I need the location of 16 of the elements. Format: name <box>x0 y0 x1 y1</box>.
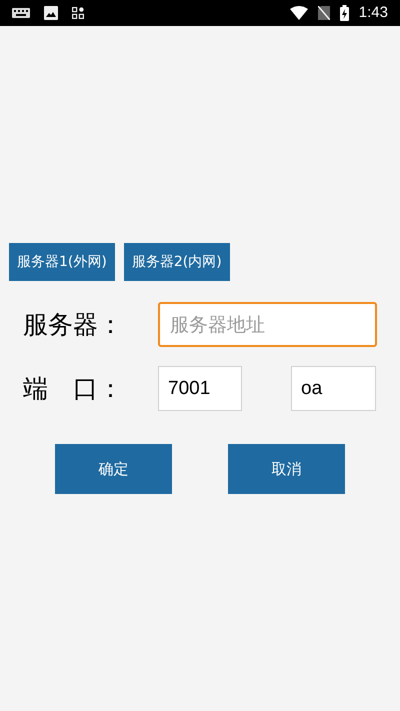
battery-charging-icon <box>340 5 349 21</box>
server-preset-button[interactable]: 服务器1(外网) <box>9 243 115 281</box>
confirm-button[interactable]: 确定 <box>55 444 172 494</box>
cancel-button[interactable]: 取消 <box>228 444 345 494</box>
clock: 1:43 <box>358 2 388 23</box>
keyboard-icon <box>12 8 30 18</box>
server-address-field[interactable]: 服务器地址 <box>158 302 377 347</box>
port-field[interactable]: 7001 <box>158 366 242 411</box>
path-field[interactable]: oa <box>291 366 376 411</box>
no-sim-icon <box>318 6 330 20</box>
wifi-icon <box>290 6 308 20</box>
image-icon <box>44 6 58 20</box>
port-label: 端 口： <box>23 372 124 405</box>
server-preset-button[interactable]: 服务器2(内网) <box>124 243 230 281</box>
server-label: 服务器： <box>23 308 124 341</box>
apps-icon <box>72 7 84 19</box>
